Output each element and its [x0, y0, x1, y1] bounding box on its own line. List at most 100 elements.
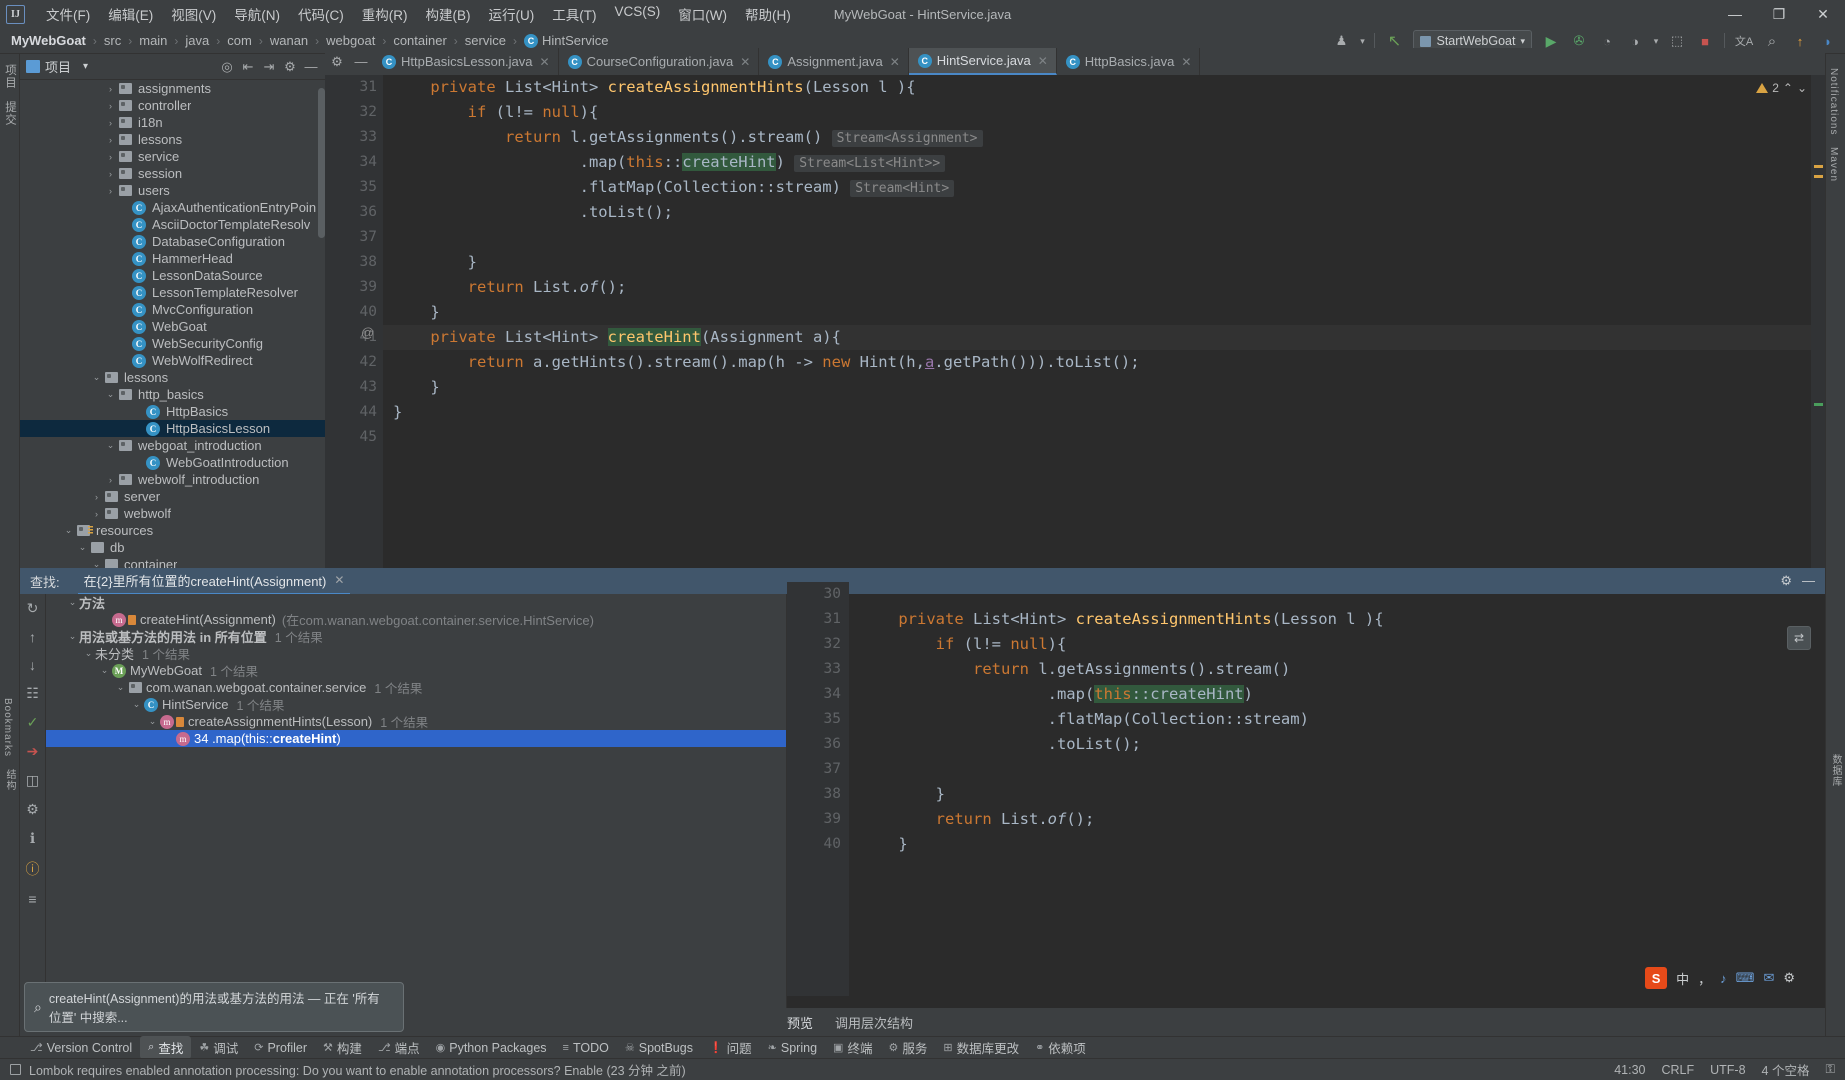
next-problem-icon[interactable]: ⌄ [1797, 81, 1807, 95]
tree-node[interactable]: ⌄ lessons [20, 369, 325, 386]
editor-warning-summary[interactable]: 2 ⌃ ⌄ [1756, 81, 1807, 95]
chevron-right-icon[interactable]: › [104, 118, 117, 128]
ime-settings-icon[interactable]: ⚙ [1783, 970, 1795, 986]
menu-item-4[interactable]: 代码(C) [289, 1, 353, 27]
menu-item-2[interactable]: 视图(V) [162, 1, 225, 27]
breadcrumb-item-8[interactable]: service [462, 32, 509, 49]
filter-icon[interactable]: ✓ [27, 714, 39, 731]
find-result-row[interactable]: ⌄ 方法 [46, 594, 786, 611]
code-line[interactable]: .toList(); [383, 200, 1825, 225]
editor-gutter[interactable]: 31 32 33 34 35 36 37 38 39 40 @41 42 43 44 45 [325, 75, 383, 568]
editor-tab-2[interactable]: C Assignment.java ✕ [759, 48, 909, 75]
preview-code-line[interactable]: return List.of(); [849, 807, 1825, 832]
find-result-row[interactable]: ›m34 .map(this::createHint) [46, 730, 786, 747]
tool-window-button-14[interactable]: ⚭ 依赖项 [1027, 1036, 1094, 1059]
chevron-down-icon[interactable]: ⌄ [66, 631, 79, 642]
breadcrumb-item-3[interactable]: java [182, 32, 212, 49]
chevron-down-icon[interactable]: ⌄ [130, 699, 143, 710]
tool-window-button-5[interactable]: ⎇ 端点 [370, 1036, 428, 1059]
breadcrumb-item-4[interactable]: com [224, 32, 255, 49]
code-line[interactable]: .map(this::createHint) Stream<List<Hint>… [383, 150, 1825, 175]
chevron-right-icon[interactable]: › [104, 152, 117, 162]
chevron-right-icon[interactable]: › [104, 135, 117, 145]
tool-window-button-4[interactable]: ⚒ 构建 [315, 1036, 370, 1059]
find-tab[interactable]: 在{2}里所有位置的createHint(Assignment) ✕ [77, 568, 351, 595]
tree-node[interactable]: ›CWebGoatIntroduction [20, 454, 325, 471]
tree-node[interactable]: › lessons [20, 131, 325, 148]
tool-window-button-1[interactable]: ⌕ 查找 [140, 1036, 192, 1059]
ime-punct-icon[interactable]: ， [1698, 969, 1711, 988]
code-line[interactable]: return List.of(); [383, 275, 1825, 300]
menu-item-5[interactable]: 重构(R) [353, 1, 417, 27]
project-tree-scrollbar[interactable] [318, 88, 325, 238]
tree-node[interactable]: ›CHttpBasicsLesson [20, 420, 325, 437]
menu-item-11[interactable]: 帮助(H) [736, 1, 800, 27]
breadcrumb-item-1[interactable]: src [101, 32, 124, 49]
code-line[interactable]: private List<Hint> createHint(Assignment… [383, 325, 1825, 350]
close-icon[interactable]: ✕ [740, 55, 750, 69]
menu-item-10[interactable]: 窗口(W) [669, 1, 736, 27]
chevron-down-icon[interactable]: ⌄ [114, 682, 127, 693]
editor-tab-0[interactable]: C HttpBasicsLesson.java ✕ [373, 48, 559, 75]
close-icon[interactable]: ✕ [1038, 54, 1048, 68]
editor-tab-4[interactable]: C HttpBasics.java ✕ [1057, 48, 1201, 75]
locate-icon[interactable]: ◎ [217, 56, 237, 78]
tool-window-button-12[interactable]: ⚙ 服务 [880, 1036, 935, 1059]
preview-code-line[interactable] [849, 582, 1825, 607]
tree-node[interactable]: ›CWebSecurityConfig [20, 335, 325, 352]
help-icon[interactable]: ⓘ [26, 859, 40, 879]
tree-node[interactable]: › webwolf_introduction [20, 471, 325, 488]
find-result-row[interactable]: ⌄ 用法或基方法的用法 in 所有位置 1 个结果 [46, 628, 786, 645]
group-by-icon[interactable]: ☷ [26, 685, 39, 702]
annotation-marker-icon[interactable]: @ [361, 325, 374, 340]
tab-call-hierarchy[interactable]: 调用层次结构 [835, 1013, 913, 1032]
tool-window-button-10[interactable]: ❧ Spring [760, 1039, 825, 1057]
tree-node[interactable]: ⌄ db [20, 539, 325, 556]
ime-voice-icon[interactable]: ♪ [1720, 971, 1727, 986]
tree-node[interactable]: ⌄ http_basics [20, 386, 325, 403]
tab-settings-icon[interactable]: ⚙ [325, 48, 349, 75]
tool-window-button-2[interactable]: ☘ 调试 [191, 1036, 246, 1059]
collapse-all-icon[interactable]: ⇤ [238, 56, 258, 78]
ime-toolbox-icon[interactable]: ✉ [1763, 970, 1774, 986]
chevron-right-icon[interactable]: › [104, 169, 117, 179]
find-result-row[interactable]: ⌄ com.wanan.webgoat.container.service 1 个结… [46, 679, 786, 696]
line-separator[interactable]: CRLF [1661, 1063, 1694, 1077]
preview-code-line[interactable]: } [849, 832, 1825, 857]
rail-item-notifications[interactable]: Notifications [1826, 62, 1841, 141]
settings-gear-icon[interactable]: ⚙ [280, 56, 300, 78]
chevron-right-icon[interactable]: › [104, 186, 117, 196]
tree-node[interactable]: ›CHammerHead [20, 250, 325, 267]
chevron-right-icon[interactable]: › [104, 475, 117, 485]
tool-window-button-13[interactable]: ⊞ 数据库更改 [935, 1036, 1027, 1059]
chevron-right-icon[interactable]: › [90, 492, 103, 502]
rerun-icon[interactable]: ↻ [27, 600, 39, 617]
menu-item-8[interactable]: 工具(T) [543, 1, 605, 27]
tab-preview[interactable]: 预览 [787, 1013, 813, 1032]
tree-node[interactable]: ›CAjaxAuthenticationEntryPoin [20, 199, 325, 216]
rail-item-maven[interactable]: Maven [1826, 141, 1841, 188]
editor-code-lines[interactable]: private List<Hint> createAssignmentHints… [383, 75, 1825, 568]
rail-item-database[interactable]: 数据库 [1826, 748, 1845, 793]
tree-node[interactable]: › users [20, 182, 325, 199]
find-result-row[interactable]: ⌄ m createAssignmentHints(Lesson) 1 个结果 [46, 713, 786, 730]
tool-window-button-3[interactable]: ⟳ Profiler [246, 1039, 315, 1057]
code-line[interactable] [383, 425, 1825, 450]
status-message[interactable]: Lombok requires enabled annotation proce… [29, 1060, 686, 1079]
tree-node[interactable]: ›CAsciiDoctorTemplateResolv [20, 216, 325, 233]
preview-code-line[interactable]: .toList(); [849, 732, 1825, 757]
code-line[interactable]: } [383, 375, 1825, 400]
chevron-down-icon[interactable]: ⌄ [104, 389, 117, 400]
breadcrumb-item-2[interactable]: main [136, 32, 170, 49]
tree-node[interactable]: › service [20, 148, 325, 165]
ime-mode-icon[interactable]: 中 [1676, 969, 1689, 988]
chevron-down-icon[interactable]: ⌄ [98, 665, 111, 676]
info-icon[interactable]: ℹ [30, 830, 35, 847]
tree-node[interactable]: › assignments [20, 80, 325, 97]
tree-node[interactable]: ›CLessonDataSource [20, 267, 325, 284]
preview-code-line[interactable]: } [849, 782, 1825, 807]
code-editor[interactable]: 31 32 33 34 35 36 37 38 39 40 @41 42 43 44 45 private … [325, 75, 1825, 568]
tree-node[interactable]: ›CLessonTemplateResolver [20, 284, 325, 301]
chevron-right-icon[interactable]: › [104, 84, 117, 94]
tree-node[interactable]: ›CWebWolfRedirect [20, 352, 325, 369]
